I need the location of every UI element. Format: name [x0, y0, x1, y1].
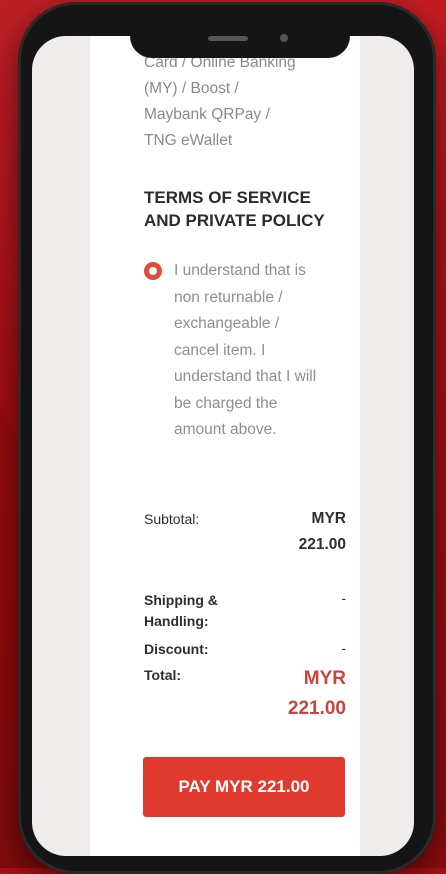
discount-label: Discount: — [144, 641, 209, 657]
discount-value: - — [341, 640, 346, 656]
shipping-label-line: Shipping & — [144, 592, 218, 608]
terms-heading-line: TERMS OF SERVICE — [144, 188, 311, 207]
total-label: Total: — [144, 667, 182, 683]
agreement-line: non returnable / — [174, 288, 283, 306]
terms-agree-radio[interactable] — [144, 262, 162, 280]
payment-methods-line: TNG eWallet — [144, 132, 233, 149]
checkout-card — [90, 36, 360, 856]
payment-methods-text: Card / Online Banking (MY) / Boost / May… — [144, 50, 344, 154]
phone-screen — [32, 36, 414, 856]
agreement-line: exchangeable / — [174, 315, 280, 332]
total-currency: MYR — [303, 668, 346, 689]
agreement-line: be charged the — [174, 394, 278, 412]
phone-notch — [130, 24, 350, 58]
subtotal-amount: 221.00 — [298, 536, 346, 553]
pay-button[interactable]: PAY MYR 221.00 — [143, 757, 345, 817]
camera-icon — [280, 34, 288, 42]
total-value: MYR 221.00 — [250, 664, 346, 724]
agreement-line: understand that I will — [174, 368, 317, 385]
terms-agreement-text[interactable]: I understand that is non returnable / ex… — [174, 258, 344, 444]
agreement-line: amount above. — [174, 421, 277, 438]
shipping-label-line: Handling: — [144, 613, 209, 629]
terms-heading: TERMS OF SERVICE AND PRIVATE POLICY — [144, 186, 354, 232]
subtotal-currency: MYR — [311, 510, 346, 527]
subtotal-label: Subtotal: — [144, 511, 200, 527]
payment-methods-line: Maybank QRPay / — [144, 106, 270, 123]
speaker-icon — [208, 36, 248, 41]
shipping-label: Shipping & Handling: — [144, 590, 254, 632]
total-amount: 221.00 — [287, 698, 346, 719]
shipping-value: - — [341, 590, 346, 606]
terms-heading-line: AND PRIVATE POLICY — [144, 211, 325, 230]
subtotal-value: MYR 221.00 — [262, 506, 346, 558]
payment-methods-line: (MY) / Boost / — [144, 80, 239, 97]
agreement-line: I understand that is — [174, 262, 306, 279]
agreement-line: cancel item. I — [174, 341, 266, 359]
